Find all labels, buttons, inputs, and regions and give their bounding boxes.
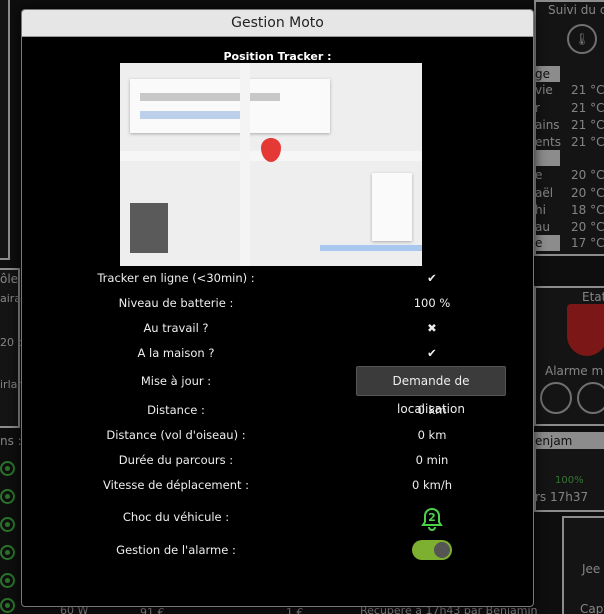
bg-room: au xyxy=(535,220,550,234)
bg-text: 1 € xyxy=(286,606,304,614)
row-label: Durée du parcours : xyxy=(118,453,234,467)
bg-temp: 21 °C xyxy=(571,135,604,149)
position-tracker-title: Position Tracker : xyxy=(223,50,332,63)
info-row: A la maison ? ✔ xyxy=(22,343,533,363)
row-label: Choc du véhicule : xyxy=(122,510,230,524)
info-row: Gestion de l'alarme : xyxy=(22,540,533,560)
bg-room: e xyxy=(535,168,543,182)
modal-title: Gestion Moto xyxy=(22,10,533,37)
bg-temp: 21 °C xyxy=(571,101,604,115)
bg-room: ents xyxy=(535,135,561,149)
status-dot-icon xyxy=(0,545,15,560)
tracker-map[interactable] xyxy=(120,63,422,266)
info-row: Mise à jour : Demande de localisation xyxy=(22,366,533,416)
lock-add-icon[interactable] xyxy=(577,382,604,414)
bg-room: e xyxy=(535,236,543,250)
bg-text: ns : xyxy=(0,434,22,448)
status-dot-icon xyxy=(0,573,15,588)
info-row: Niveau de batterie : 100 % xyxy=(22,293,533,313)
bg-room: ains xyxy=(535,118,560,132)
row-label: Niveau de batterie : xyxy=(118,296,234,310)
status-dot-icon xyxy=(0,489,15,504)
row-value: 0 km/h xyxy=(412,478,452,492)
bg-room: ge xyxy=(535,67,550,81)
row-label: Distance : xyxy=(147,403,205,417)
bg-text: 20 c xyxy=(0,336,24,349)
info-row: Distance (vol d'oiseau) : 0 km xyxy=(22,425,533,445)
map-blur-link xyxy=(140,111,250,119)
info-row: Durée du parcours : 0 min xyxy=(22,450,533,470)
shock-count: 2 xyxy=(428,511,436,524)
info-row: Choc du véhicule : 2 xyxy=(22,507,533,531)
bg-room: aël xyxy=(535,186,554,200)
bg-text: Capt xyxy=(580,602,604,614)
map-side-panel xyxy=(372,173,412,241)
bg-temp: 20 °C xyxy=(571,186,604,200)
alarm-shield-icon xyxy=(567,304,604,356)
bg-temp: 21 °C xyxy=(571,118,604,132)
row-label: Au travail ? xyxy=(143,321,209,335)
bg-text: 91 € xyxy=(140,606,165,614)
map-road xyxy=(240,63,250,266)
map-thumbnail xyxy=(130,203,168,253)
bg-text: rs 17h37 xyxy=(535,490,589,504)
info-row: Vitesse de déplacement : 0 km/h xyxy=(22,475,533,495)
info-row: Tracker en ligne (<30min) : ✔ xyxy=(22,268,533,288)
keypad-icon[interactable] xyxy=(540,382,572,414)
thermometer-icon: 🌡 xyxy=(567,24,597,54)
row-value: 0 km xyxy=(417,403,447,417)
info-row: Distance : 0 km xyxy=(22,400,533,420)
row-label: Vitesse de déplacement : xyxy=(102,478,250,492)
toggle-knob xyxy=(434,542,450,558)
row-label: Tracker en ligne (<30min) : xyxy=(97,271,255,285)
bg-room: hi xyxy=(535,203,546,217)
status-dot-icon xyxy=(0,517,15,532)
bg-panel-left-top xyxy=(0,0,10,260)
map-blur-text xyxy=(140,93,280,101)
map-info-panel xyxy=(130,79,330,133)
check-icon: ✔ xyxy=(427,271,437,285)
status-dot-icon xyxy=(0,461,15,476)
row-value: 100 % xyxy=(413,296,451,310)
bg-highlight-row xyxy=(534,150,560,166)
info-row: Au travail ? ✖ xyxy=(22,318,533,338)
bg-temp: 20 °C xyxy=(571,168,604,182)
map-road-blue xyxy=(320,245,422,251)
bg-text: Etat xyxy=(582,290,604,304)
shock-bell-icon: 2 xyxy=(352,507,512,531)
bg-temp: 21 °C xyxy=(571,83,604,97)
status-dot-icon xyxy=(0,598,15,613)
bg-temp: 18 °C xyxy=(571,203,604,217)
bg-text: enjam xyxy=(535,434,573,448)
bg-temp: 17 °C xyxy=(571,236,604,250)
row-label: Mise à jour : xyxy=(140,374,212,388)
bg-room: vie xyxy=(535,83,553,97)
row-label: A la maison ? xyxy=(137,346,215,360)
gestion-moto-modal: Gestion Moto Position Tracker : Tracker … xyxy=(21,9,534,607)
bg-temp: 20 °C xyxy=(571,220,604,234)
cross-icon: ✖ xyxy=(427,321,437,335)
check-icon: ✔ xyxy=(427,346,437,360)
alarm-toggle[interactable] xyxy=(412,540,452,560)
row-label: Gestion de l'alarme : xyxy=(116,543,236,557)
row-value: 0 min xyxy=(415,453,449,467)
bg-text: Alarme mo xyxy=(545,364,604,378)
row-value: 0 km xyxy=(417,428,447,442)
bg-pct: 100% xyxy=(555,475,584,486)
bg-room: r xyxy=(535,101,540,115)
row-label: Distance (vol d'oiseau) : xyxy=(106,428,246,442)
bg-text: Jee xyxy=(582,562,601,576)
request-location-button[interactable]: Demande de localisation xyxy=(356,366,506,416)
bg-title: Suivi du c xyxy=(548,3,604,17)
